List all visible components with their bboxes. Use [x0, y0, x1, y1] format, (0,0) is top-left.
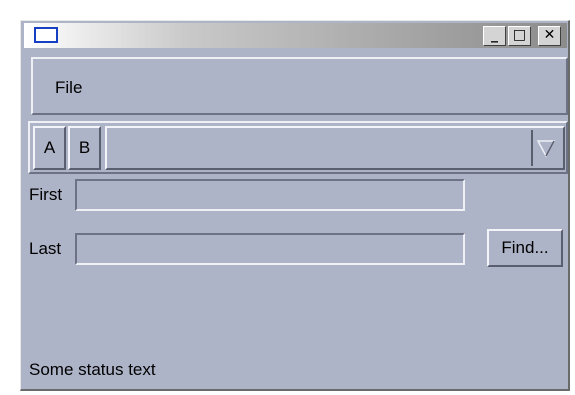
window-icon[interactable] — [34, 27, 58, 43]
first-name-input[interactable] — [75, 179, 465, 211]
triangle-down-icon — [536, 140, 556, 158]
toolbar-combo-box[interactable] — [105, 126, 565, 170]
tool-button-a[interactable]: A — [33, 126, 66, 170]
close-button[interactable]: ✕ — [538, 26, 561, 46]
app-window: _ □ ✕ File A B First Last Find... Some s… — [20, 20, 570, 391]
combo-dropdown-button[interactable] — [531, 130, 561, 166]
maximize-icon: □ — [512, 27, 527, 43]
first-label: First — [29, 185, 63, 204]
tool-button-b[interactable]: B — [68, 126, 101, 170]
menu-item-file[interactable]: File — [55, 78, 82, 98]
find-button[interactable]: Find... — [487, 229, 563, 267]
minimize-icon: _ — [491, 27, 498, 43]
minimize-button[interactable]: _ — [483, 26, 506, 46]
status-text: Some status text — [29, 360, 156, 379]
toolbar: A B — [28, 121, 568, 174]
maximize-button[interactable]: □ — [508, 26, 531, 46]
title-bar[interactable]: _ □ ✕ — [24, 23, 567, 48]
last-name-input[interactable] — [75, 233, 465, 265]
close-icon: ✕ — [543, 27, 556, 43]
last-label: Last — [29, 239, 62, 258]
menu-bar: File — [31, 57, 568, 115]
